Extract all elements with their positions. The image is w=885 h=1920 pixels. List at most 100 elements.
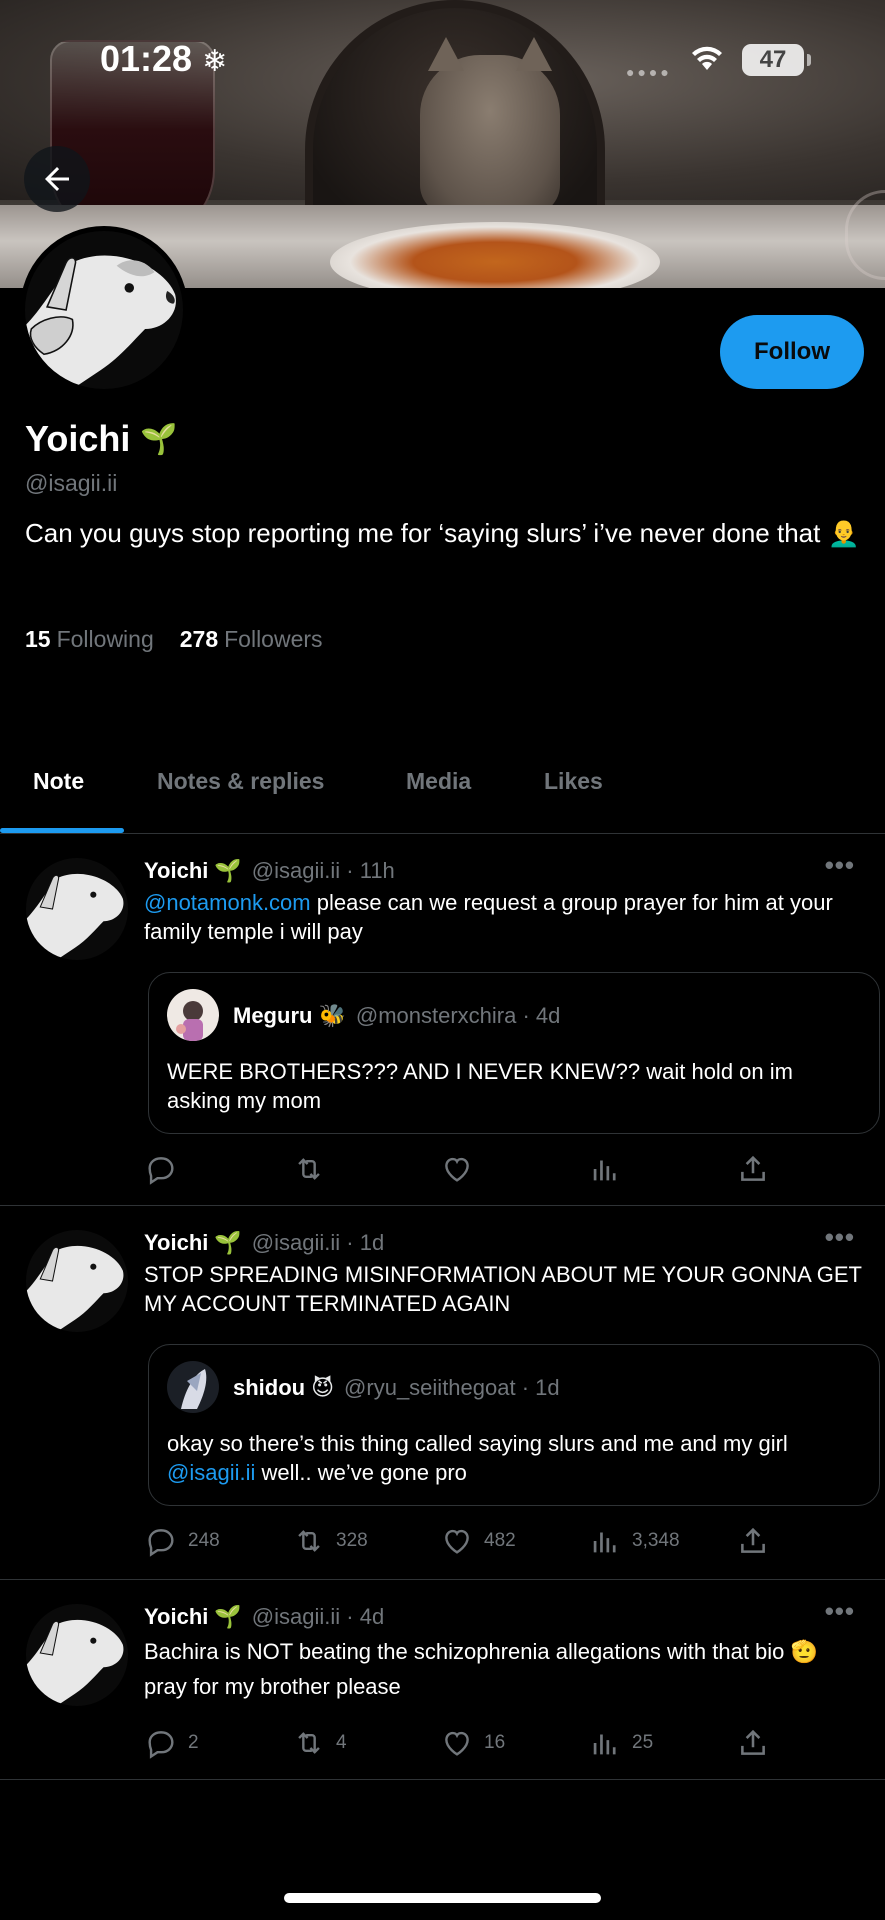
- post-header: Yoichi 🌱 @isagii.ii · 1d: [144, 1230, 384, 1256]
- repost-button[interactable]: [292, 1152, 336, 1186]
- more-options-icon[interactable]: •••: [825, 1596, 855, 1627]
- share-icon: [741, 1155, 765, 1181]
- avatar-image: [25, 231, 183, 389]
- post-text: STOP SPREADING MISINFORMATION ABOUT ME Y…: [144, 1262, 862, 1316]
- quote-author: shidou: [233, 1375, 306, 1400]
- reply-icon: [148, 1731, 174, 1759]
- profile-name-text: Yoichi: [25, 418, 131, 459]
- like-count: 16: [484, 1732, 506, 1753]
- reply-button[interactable]: [144, 1152, 188, 1186]
- follow-button[interactable]: Follow: [720, 315, 864, 389]
- profile-name: Yoichi 🌱: [25, 418, 178, 460]
- followers-link[interactable]: 278 Followers: [180, 626, 323, 653]
- more-options-icon[interactable]: •••: [825, 1222, 855, 1253]
- post-author[interactable]: Yoichi: [144, 1604, 208, 1630]
- avatar-image: [167, 1361, 219, 1413]
- more-options-icon[interactable]: •••: [825, 850, 855, 881]
- heart-icon: [445, 1157, 469, 1182]
- share-button[interactable]: [736, 1524, 770, 1558]
- like-button[interactable]: 482: [440, 1524, 516, 1558]
- avatar-image: [26, 858, 128, 960]
- heart-icon: [445, 1731, 469, 1756]
- profile-stats: 15 Following 278 Followers: [25, 626, 323, 653]
- views-button[interactable]: 3,348: [588, 1524, 680, 1558]
- seedling-icon: 🌱: [214, 858, 242, 883]
- quote-meta: @monsterxchira · 4d: [355, 1003, 561, 1028]
- reply-button[interactable]: 248: [144, 1524, 220, 1558]
- reply-icon: [148, 1157, 174, 1185]
- quote-text: okay so there’s this thing called saying…: [167, 1431, 788, 1485]
- arrow-left-icon: [45, 167, 69, 191]
- status-time: 01:28 ❄: [100, 38, 228, 79]
- tab-notes-replies[interactable]: Notes & replies: [157, 768, 324, 795]
- views-icon: [593, 1160, 616, 1181]
- post-actions: [144, 1152, 784, 1192]
- like-count: 482: [484, 1530, 516, 1551]
- tab-likes[interactable]: Likes: [544, 768, 603, 795]
- like-button[interactable]: 16: [440, 1726, 505, 1760]
- repost-icon: [298, 1530, 320, 1552]
- views-button[interactable]: 25: [588, 1726, 653, 1760]
- profile-avatar[interactable]: [20, 226, 188, 394]
- post-author[interactable]: Yoichi: [144, 1230, 208, 1256]
- snowflake-icon: ❄: [202, 45, 228, 78]
- repost-button[interactable]: 328: [292, 1524, 368, 1558]
- post-avatar[interactable]: [26, 1604, 128, 1706]
- status-bar: 01:28 ❄ ●●●● 47: [0, 0, 885, 120]
- home-indicator[interactable]: [284, 1893, 601, 1903]
- post-item[interactable]: Yoichi 🌱 @isagii.ii · 11h ••• @notamonk.…: [0, 834, 885, 1206]
- profile-handle: @isagii.ii: [25, 470, 118, 496]
- heart-icon: [445, 1529, 469, 1554]
- repost-count: 328: [336, 1530, 368, 1551]
- quoted-post[interactable]: Meguru 🐝 @monsterxchira · 4d WERE BROTHE…: [148, 972, 880, 1134]
- tab-note[interactable]: Note: [33, 768, 84, 795]
- wifi-icon: [692, 46, 722, 70]
- devil-icon: 😈: [311, 1375, 335, 1400]
- post-item[interactable]: Yoichi 🌱 @isagii.ii · 1d ••• STOP SPREAD…: [0, 1206, 885, 1580]
- mention-link[interactable]: @notamonk.com: [144, 890, 311, 915]
- following-link[interactable]: 15 Following: [25, 626, 154, 653]
- profile-tabs: Note Notes & replies Media Likes: [0, 740, 885, 834]
- reply-count: 248: [188, 1530, 220, 1551]
- post-item[interactable]: Yoichi 🌱 @isagii.ii · 4d ••• Bachira is …: [0, 1580, 885, 1780]
- repost-button[interactable]: 4: [292, 1726, 347, 1760]
- avatar-image: [167, 989, 219, 1041]
- quote-avatar: [167, 1361, 219, 1413]
- quote-author: Meguru: [233, 1003, 313, 1028]
- seedling-icon: 🌱: [214, 1230, 242, 1255]
- quoted-post[interactable]: shidou 😈 @ryu_seiithegoat · 1d okay so t…: [148, 1344, 880, 1506]
- share-button[interactable]: [736, 1152, 770, 1186]
- post-header: Yoichi 🌱 @isagii.ii · 11h: [144, 858, 395, 884]
- avatar-image: [26, 1604, 128, 1706]
- post-meta: @isagii.ii · 1d: [251, 1230, 385, 1255]
- post-avatar[interactable]: [26, 1230, 128, 1332]
- quote-text: WERE BROTHERS??? AND I NEVER KNEW?? wait…: [167, 1059, 793, 1113]
- repost-icon: [298, 1732, 320, 1754]
- views-icon: [593, 1532, 616, 1553]
- post-actions: 248 328 482 3,348: [144, 1524, 784, 1564]
- view-count: 3,348: [632, 1530, 680, 1551]
- reply-button[interactable]: 2: [144, 1726, 199, 1760]
- post-avatar[interactable]: [26, 858, 128, 960]
- reply-icon: [148, 1529, 174, 1557]
- like-button[interactable]: [440, 1152, 484, 1186]
- post-actions: 2 4 16 25: [144, 1726, 784, 1766]
- post-author[interactable]: Yoichi: [144, 858, 208, 884]
- repost-count: 4: [336, 1732, 347, 1753]
- battery-indicator: 47: [742, 44, 811, 76]
- tab-media[interactable]: Media: [406, 768, 471, 795]
- share-button[interactable]: [736, 1726, 770, 1760]
- views-icon: [593, 1734, 616, 1755]
- post-text: @notamonk.com please can we request a gr…: [144, 890, 833, 944]
- views-button[interactable]: [588, 1152, 632, 1186]
- share-icon: [741, 1729, 765, 1755]
- active-tab-indicator: [0, 828, 124, 833]
- view-count: 25: [632, 1732, 654, 1753]
- seedling-icon: 🌱: [214, 1604, 242, 1629]
- post-header: Yoichi 🌱 @isagii.ii · 4d: [144, 1604, 384, 1630]
- mention-link[interactable]: @isagii.ii: [167, 1460, 255, 1485]
- seedling-icon: 🌱: [140, 422, 178, 456]
- repost-icon: [298, 1158, 320, 1180]
- bee-icon: 🐝: [318, 1003, 346, 1028]
- back-button[interactable]: [24, 146, 90, 212]
